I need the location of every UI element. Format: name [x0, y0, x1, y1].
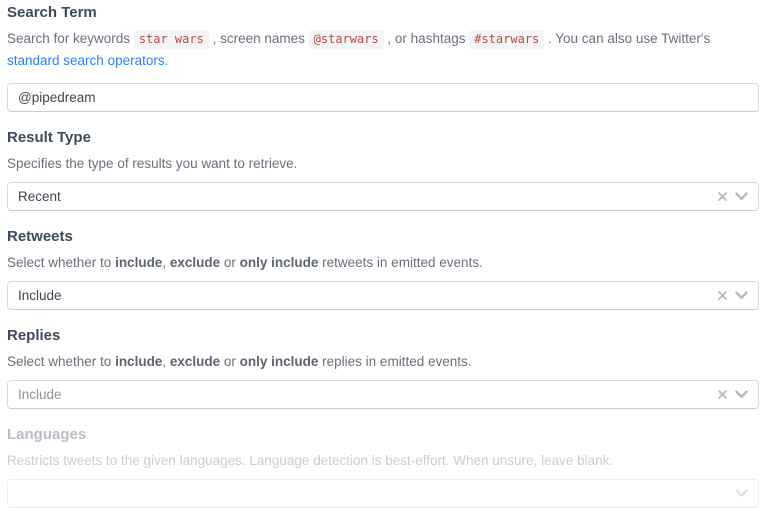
desc-text: replies in emitted events.	[318, 354, 471, 369]
field-result-type: Result Type Specifies the type of result…	[7, 129, 759, 211]
desc-text: retweets in emitted events.	[318, 255, 482, 270]
desc-bold-only-include: only include	[240, 255, 319, 270]
replies-select[interactable]: Include	[7, 380, 759, 409]
retweets-select[interactable]: Include	[7, 281, 759, 310]
result-type-label: Result Type	[7, 129, 759, 147]
retweets-select-value: Include	[18, 288, 62, 303]
desc-text: ,	[162, 255, 170, 270]
search-term-description: Search for keywords star wars , screen n…	[7, 28, 759, 72]
search-operators-link[interactable]: standard search operators.	[7, 53, 168, 68]
retweets-label: Retweets	[7, 228, 759, 246]
replies-select-value: Include	[18, 387, 62, 402]
languages-description: Restricts tweets to the given languages.…	[7, 450, 759, 472]
desc-text: Search for keywords	[7, 31, 134, 46]
result-type-select-value: Recent	[18, 189, 61, 204]
clear-icon[interactable]	[717, 191, 728, 202]
result-type-select[interactable]: Recent	[7, 182, 759, 211]
field-search-term: Search Term Search for keywords star war…	[7, 4, 759, 112]
languages-label: Languages	[7, 426, 759, 444]
select-icons	[717, 389, 748, 400]
chevron-down-icon[interactable]	[735, 390, 748, 399]
desc-text: , or hashtags	[384, 31, 470, 46]
desc-text: Select whether to	[7, 255, 115, 270]
desc-bold-include: include	[115, 354, 162, 369]
desc-text: Select whether to	[7, 354, 115, 369]
clear-icon[interactable]	[717, 389, 728, 400]
replies-label: Replies	[7, 327, 759, 345]
field-replies: Replies Select whether to include, exclu…	[7, 327, 759, 409]
search-term-input[interactable]	[7, 83, 759, 112]
result-type-description: Specifies the type of results you want t…	[7, 153, 759, 175]
desc-text: , screen names	[209, 31, 309, 46]
languages-select	[7, 479, 759, 508]
desc-text: ,	[162, 354, 170, 369]
chevron-down-icon[interactable]	[735, 291, 748, 300]
desc-bold-exclude: exclude	[170, 255, 220, 270]
desc-bold-only-include: only include	[240, 354, 319, 369]
select-icons	[735, 489, 748, 498]
desc-text: or	[220, 354, 240, 369]
replies-description: Select whether to include, exclude or on…	[7, 351, 759, 373]
desc-bold-exclude: exclude	[170, 354, 220, 369]
code-chip-screen-name: @starwars	[309, 30, 384, 49]
clear-icon[interactable]	[717, 290, 728, 301]
desc-text: . You can also use Twitter's	[544, 31, 710, 46]
retweets-description: Select whether to include, exclude or on…	[7, 252, 759, 274]
code-chip-keywords: star wars	[134, 30, 209, 49]
twitter-search-config-form: Search Term Search for keywords star war…	[0, 0, 768, 508]
select-icons	[717, 191, 748, 202]
code-chip-hashtag: #starwars	[469, 30, 544, 49]
field-languages: Languages Restricts tweets to the given …	[7, 426, 759, 508]
field-retweets: Retweets Select whether to include, excl…	[7, 228, 759, 310]
search-term-label: Search Term	[7, 4, 759, 22]
select-icons	[717, 290, 748, 301]
chevron-down-icon[interactable]	[735, 192, 748, 201]
chevron-down-icon	[735, 489, 748, 498]
desc-text: or	[220, 255, 240, 270]
desc-bold-include: include	[115, 255, 162, 270]
